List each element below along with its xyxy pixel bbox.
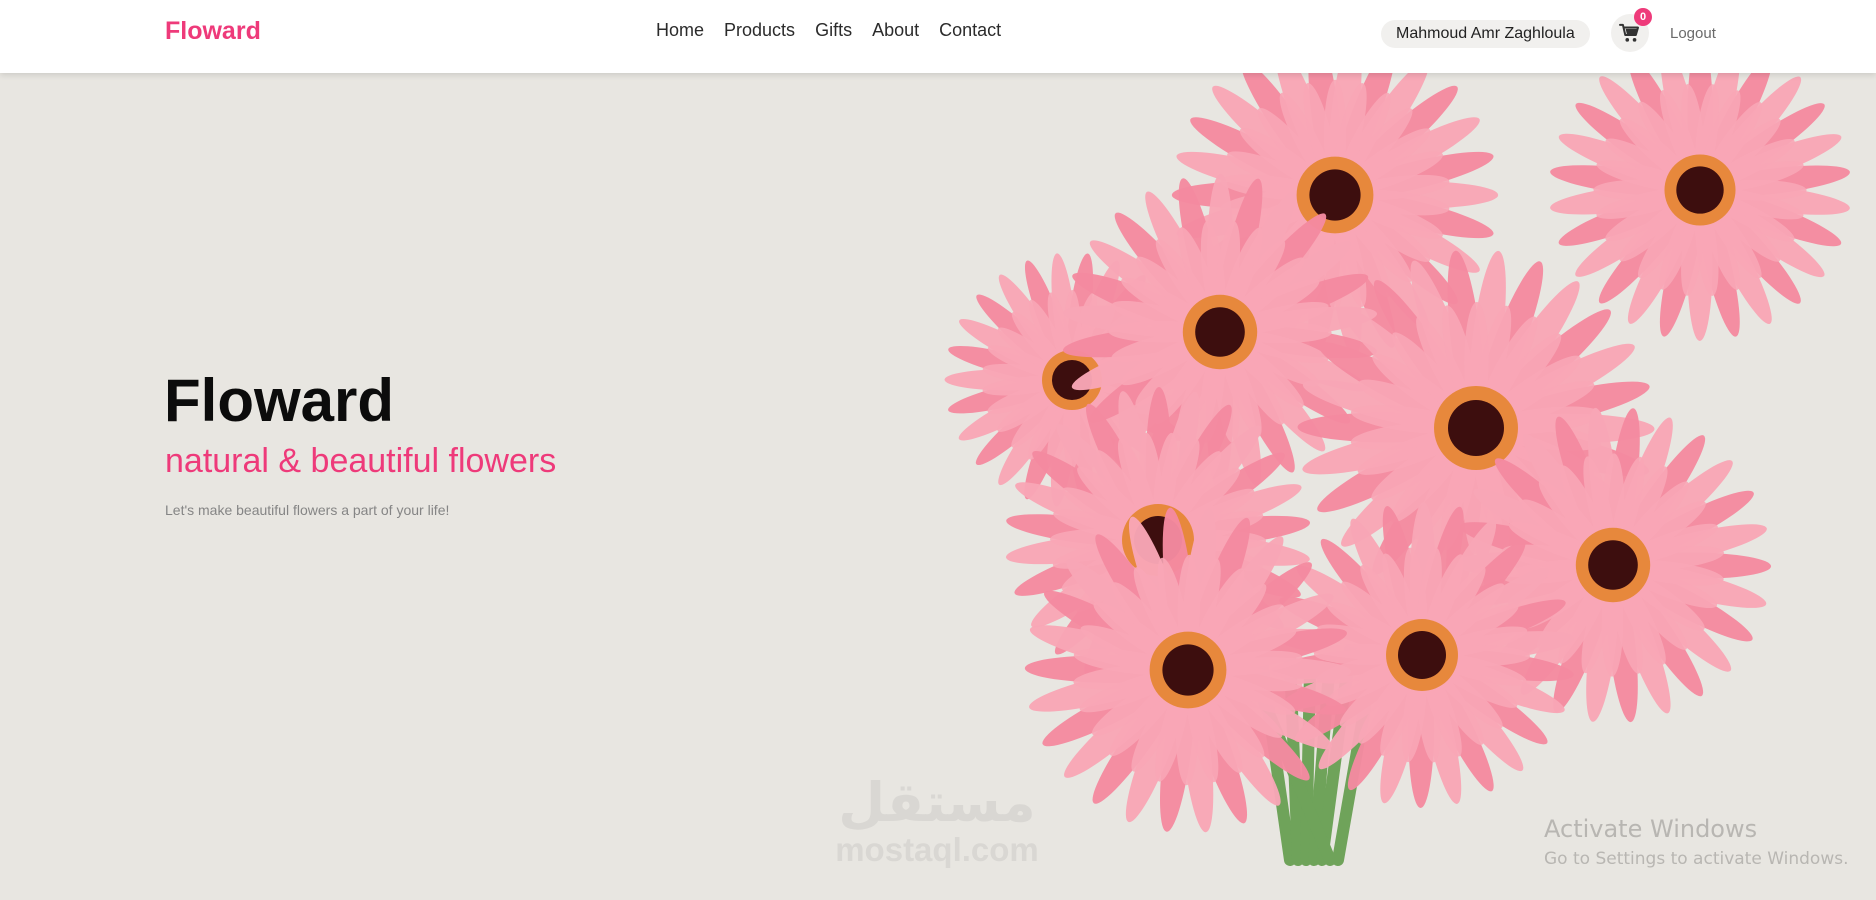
- nav-link-gifts[interactable]: Gifts: [815, 20, 852, 40]
- hero-title: Floward: [164, 367, 395, 434]
- nav-item-about: About: [872, 20, 919, 41]
- watermark-arabic-text: مستقل: [838, 771, 1036, 834]
- hero-tagline: Let's make beautiful flowers a part of y…: [165, 502, 450, 518]
- nav-link-home[interactable]: Home: [656, 20, 704, 40]
- navbar: Floward Home Products Gifts About Contac…: [0, 0, 1876, 73]
- hero-subtitle: natural & beautiful flowers: [165, 442, 557, 480]
- nav-link-about[interactable]: About: [872, 20, 919, 40]
- nav-link-contact[interactable]: Contact: [939, 20, 1001, 40]
- nav-item-gifts: Gifts: [815, 20, 852, 41]
- brand-logo[interactable]: Floward: [165, 17, 261, 46]
- nav-link-products[interactable]: Products: [724, 20, 795, 40]
- mostaql-watermark: مستقل mostaql.com: [822, 775, 1052, 869]
- cart-button[interactable]: 0: [1611, 8, 1652, 52]
- nav-item-home: Home: [656, 20, 704, 41]
- nav-item-contact: Contact: [939, 20, 1001, 41]
- cart-count-badge: 0: [1634, 8, 1652, 26]
- activation-subtitle: Go to Settings to activate Windows.: [1544, 849, 1849, 869]
- user-name-pill[interactable]: Mahmoud Amr Zaghloula: [1381, 20, 1590, 48]
- logout-link[interactable]: Logout: [1670, 25, 1716, 42]
- watermark-latin-text: mostaql.com: [835, 831, 1039, 868]
- activation-title: Activate Windows: [1544, 815, 1758, 843]
- cart-icon: [1619, 23, 1639, 42]
- nav-item-products: Products: [724, 20, 795, 41]
- gerbera-flower: [1550, 60, 1850, 341]
- nav-links: Home Products Gifts About Contact: [656, 20, 1001, 41]
- windows-activation-notice: Activate Windows Go to Settings to activ…: [1544, 815, 1849, 869]
- flower-bouquet-image: [944, 60, 1850, 866]
